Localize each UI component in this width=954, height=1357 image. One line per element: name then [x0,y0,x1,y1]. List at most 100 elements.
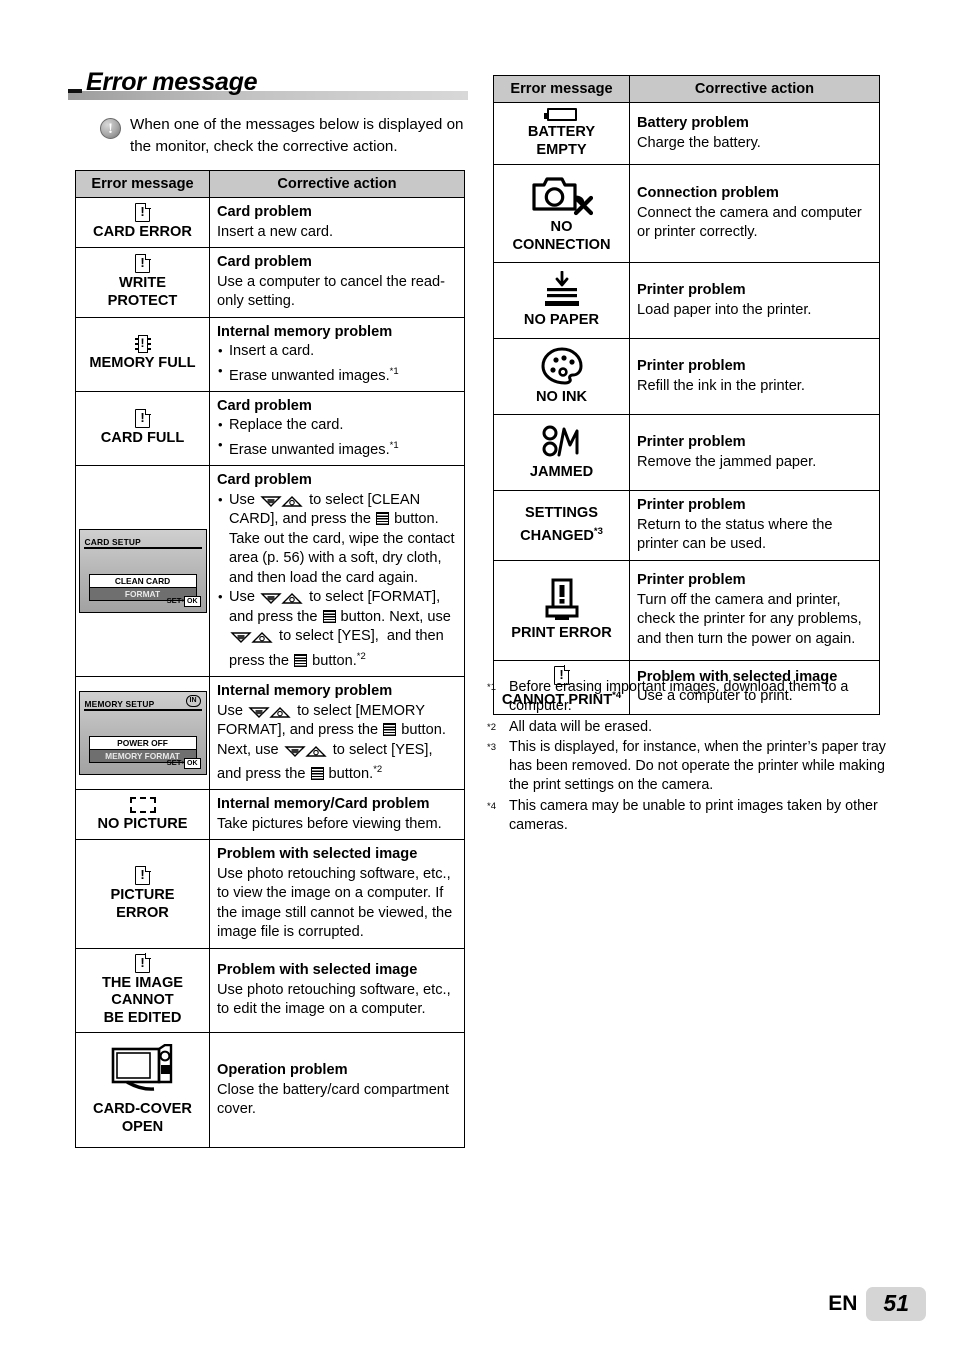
corrective-action-cell: Internal memory problem Use to select [M… [209,676,465,791]
error-label: PRINT ERROR [511,624,612,641]
footnote-text: All data will be erased. [509,718,653,735]
printer-error-icon [545,578,578,620]
lcd-menu-item-selected[interactable]: CLEAN CARD [89,575,196,589]
error-label: NO INK [535,389,588,406]
corrective-action-cell: Problem with selected image Use photo re… [209,839,465,949]
error-message-cell: ! CARD FULL [75,390,210,467]
ink-palette-icon [540,347,583,385]
corrective-action-cell: Card problem Replace the card. Erase unw… [209,390,465,467]
action-heading: Internal memory/Card problem [217,796,430,813]
action-text: Insert a new card. [217,223,333,240]
error-label: NO CONNECTION [512,219,611,253]
error-message-cell: ! MEMORY FULL [75,316,210,392]
action-text: Return to the status where the printer c… [637,516,833,553]
camera-no-connection-icon [531,177,593,216]
footnote-ref: *1 [389,365,399,377]
error-message-cell: ! PICTURE ERROR [75,839,210,949]
card-exclamation-icon: ! [135,866,150,886]
lcd-divider [83,547,202,549]
action-text: Take pictures before viewing them. [217,815,442,832]
error-label: CARD ERROR [93,224,192,241]
footnote-item: *3 This is displayed, for instance, when… [487,738,887,796]
page-number-badge: 51 [866,1287,926,1321]
action-bullet: Use to select [CLEAN CARD], and press th… [217,490,457,589]
table-row: JAMMED Printer problem Remove the jammed… [493,414,880,491]
lcd-menu-item-selected[interactable]: POWER OFF [89,737,196,751]
error-message-cell: JAMMED [493,414,630,491]
footnote-ref: *2 [356,650,366,662]
action-text: Charge the battery. [637,134,761,151]
error-table-left: Error message Corrective action ! CARD E… [75,170,465,1149]
corrective-action-cell: Operation problem Close the battery/card… [209,1032,465,1149]
action-heading: Internal memory problem [217,323,393,340]
error-table-right: Error message Corrective action BATTERY E… [493,75,880,715]
table-row: NO CONNECTION Connection problem Connect … [493,164,880,263]
action-text: Load paper into the printer. [637,301,812,318]
action-bullet: Erase unwanted images.*1 [217,435,457,460]
corrective-action-cell: Connection problem Connect the camera an… [629,164,880,263]
action-heading: Internal memory problem [217,683,393,700]
title-tab-marker [68,89,82,93]
action-heading: Printer problem [637,497,746,513]
action-bullet: Replace the card. [217,415,457,436]
footnote-mark: *1 [487,682,496,693]
action-heading: Printer problem [637,572,746,588]
table-row: NO PAPER Printer problem Load paper into… [493,262,880,339]
error-message-cell: MEMORY SETUP IN POWER OFF MEMORY FORMAT … [75,676,210,791]
error-message-cell: CARD SETUP CLEAN CARD FORMAT SET• OK [75,465,210,678]
footnote-text: This camera may be unable to print image… [509,797,878,834]
printer-no-paper-icon [544,271,579,307]
footnote-text: Before erasing important images, downloa… [509,679,849,715]
error-message-cell: ! CARD ERROR [75,197,210,248]
action-bullet: Insert a card. [217,341,457,362]
action-heading: Battery problem [637,115,749,131]
card-exclamation-icon: ! [135,953,150,973]
lcd-memory-setup-screen: MEMORY SETUP IN POWER OFF MEMORY FORMAT … [78,691,207,776]
table-row: ! PICTURE ERROR Problem with selected ima… [75,839,465,949]
error-message-cell: NO CONNECTION [493,164,630,263]
lcd-footer-hint: SET• OK [167,592,201,610]
action-heading: Card problem [217,254,312,270]
error-message-cell: PRINT ERROR [493,559,630,661]
page-title-block: Error message [68,68,468,102]
corrective-action-cell: Printer problem Refill the ink in the pr… [629,338,880,415]
camera-open-cover-icon [111,1044,172,1092]
error-label: MEMORY FULL [89,355,196,372]
table-row: BATTERY EMPTY Battery problem Charge the … [493,102,880,165]
error-label: PICTURE ERROR [110,887,175,921]
down-up-arrow-buttons-icon [230,632,273,644]
table-header-row: Error message Corrective action [75,170,465,198]
down-up-arrow-buttons-icon [260,593,303,605]
error-message-cell: NO INK [493,338,630,415]
error-label: JAMMED [529,464,594,481]
corrective-action-cell: Card problem Use a computer to cancel th… [209,247,465,318]
action-text: Use a computer to cancel the read-only s… [217,273,445,310]
table-header-row: Error message Corrective action [493,75,880,103]
action-text: Remove the jammed paper. [637,453,817,470]
lcd-title: MEMORY SETUP [84,699,155,710]
card-exclamation-icon: ! [135,203,150,223]
page-footer: EN 51 [828,1287,926,1321]
footnote-ref: *1 [389,439,399,451]
action-text: Use photo retouching software, etc., to … [217,981,451,1018]
error-message-cell: CARD-COVER OPEN [75,1032,210,1149]
lcd-divider [83,709,202,711]
action-heading: Connection problem [637,185,779,202]
table-row: ! THE IMAGE CANNOT BE EDITED Problem with … [75,947,465,1034]
error-label: NO PAPER [523,312,600,329]
corrective-action-cell: Battery problem Charge the battery. [629,102,880,165]
corrective-action-cell: Problem with selected image Use photo re… [209,947,465,1034]
error-label: CARD-COVER OPEN [93,1101,192,1135]
action-heading: Problem with selected image [217,962,418,979]
footnote-ref: *2 [373,764,383,776]
table-row: CARD SETUP CLEAN CARD FORMAT SET• OK Card… [75,465,465,678]
action-text: Turn off the camera and printer, check t… [637,591,862,647]
column-header-error-message: Error message [75,170,210,198]
bullet-text: Erase unwanted images. [229,367,390,384]
action-heading: Operation problem [217,1062,348,1079]
bullet-text: Erase unwanted images. [229,441,390,458]
table-row: ! MEMORY FULL Internal memory problem In… [75,316,465,392]
corrective-action-cell: Printer problem Remove the jammed paper. [629,414,880,491]
card-exclamation-icon: ! [135,254,150,274]
error-label: THE IMAGE CANNOT BE EDITED [101,974,184,1026]
